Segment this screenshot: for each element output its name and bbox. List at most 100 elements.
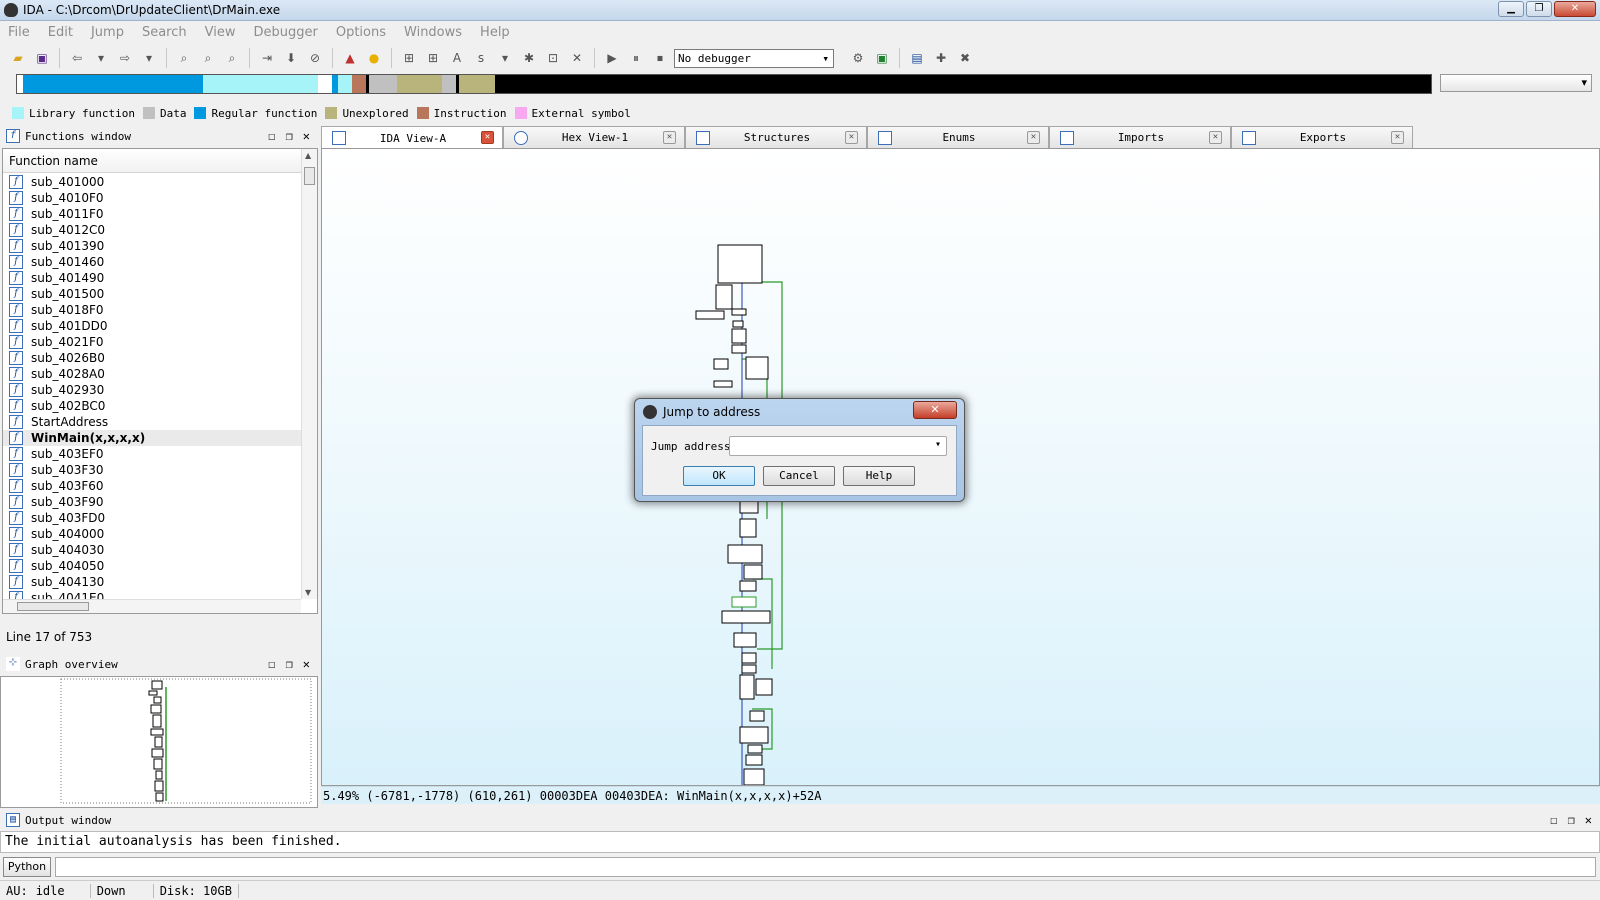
close-tab-icon[interactable]: ✕ [481, 131, 494, 144]
function-list-item[interactable]: f sub_402930 [3, 382, 301, 398]
python-input[interactable] [55, 857, 1596, 877]
graph-node[interactable] [727, 544, 763, 564]
graph-node[interactable] [739, 726, 769, 744]
menu-edit[interactable]: Edit [48, 25, 73, 40]
dialog-close-button[interactable]: ✕ [913, 401, 957, 419]
graph-node[interactable] [745, 356, 769, 380]
graph-node[interactable] [715, 284, 733, 310]
help-button[interactable]: Help [843, 466, 915, 486]
forward-arrow-icon[interactable]: ⇨ [115, 48, 135, 68]
cancel-button[interactable]: Cancel [763, 466, 835, 486]
function-list-item[interactable]: f sub_404130 [3, 574, 301, 590]
forward-dropdown-icon[interactable]: ▾ [139, 48, 159, 68]
maximize-panel-icon[interactable]: ☐ [1550, 813, 1557, 827]
stop-icon[interactable]: ⏹ [650, 48, 670, 68]
struct-dropdown-icon[interactable]: ▾ [495, 48, 515, 68]
graph-node[interactable] [731, 328, 747, 344]
close-tab-icon[interactable]: ✕ [1027, 131, 1040, 144]
function-list-item[interactable]: f sub_401460 [3, 254, 301, 270]
back-arrow-icon[interactable]: ⇦ [67, 48, 87, 68]
struct-icon[interactable]: s [471, 48, 491, 68]
graph-node[interactable] [732, 320, 744, 328]
graph-node[interactable] [739, 518, 757, 538]
function-list-item[interactable]: f StartAddress [3, 414, 301, 430]
horizontal-scrollbar[interactable] [3, 599, 301, 613]
hscroll-thumb[interactable] [17, 602, 89, 611]
scroll-down-icon[interactable]: ▼ [305, 588, 311, 597]
run-icon[interactable]: ▶ [602, 48, 622, 68]
maximize-panel-icon[interactable]: ☐ [268, 129, 275, 143]
menu-windows[interactable]: Windows [404, 25, 462, 40]
graph-node[interactable] [721, 610, 771, 624]
function-list-item[interactable]: f sub_401500 [3, 286, 301, 302]
graph-icon[interactable]: ▲ [340, 48, 360, 68]
tab-enums[interactable]: Enums ✕ [867, 126, 1049, 148]
graph-node[interactable] [695, 310, 725, 320]
function-list-item[interactable]: f sub_401390 [3, 238, 301, 254]
jump-icon[interactable]: ⇥ [257, 48, 277, 68]
segment-select[interactable] [1440, 74, 1592, 92]
search-binary-icon[interactable]: ⌕ [174, 48, 194, 68]
menu-options[interactable]: Options [336, 25, 386, 40]
graph-node[interactable] [739, 580, 757, 592]
process-icon[interactable]: ▣ [872, 48, 892, 68]
back-dropdown-icon[interactable]: ▾ [91, 48, 111, 68]
data-icon[interactable]: ⊞ [423, 48, 443, 68]
graph-node[interactable] [743, 768, 765, 785]
tab-exports[interactable]: Exports ✕ [1231, 126, 1413, 148]
graph-node[interactable] [733, 632, 757, 648]
function-list-item[interactable]: f WinMain(x,x,x,x) [3, 430, 301, 446]
close-tab-icon[interactable]: ✕ [663, 131, 676, 144]
proximity-icon[interactable]: ● [364, 48, 384, 68]
undefine-icon[interactable]: ⊘ [305, 48, 325, 68]
breakpoint-list-icon[interactable]: ▤ [907, 48, 927, 68]
close-panel-icon[interactable]: ✕ [303, 657, 310, 671]
function-list-item[interactable]: f sub_403FD0 [3, 510, 301, 526]
attach-icon[interactable]: ⚙ [848, 48, 868, 68]
graph-node[interactable] [755, 678, 773, 696]
tab-imports[interactable]: Imports ✕ [1049, 126, 1231, 148]
minimize-button[interactable]: ▁ [1498, 1, 1524, 17]
python-button[interactable]: Python [3, 857, 51, 877]
function-list-item[interactable]: f sub_4018F0 [3, 302, 301, 318]
function-list-item[interactable]: f sub_401000 [3, 174, 301, 190]
function-list-item[interactable]: f sub_4012C0 [3, 222, 301, 238]
menu-search[interactable]: Search [142, 25, 187, 40]
debugger-select[interactable]: No debugger [674, 48, 834, 68]
menu-help[interactable]: Help [480, 25, 510, 40]
graph-node[interactable] [731, 344, 747, 354]
function-list-item[interactable]: f sub_4026B0 [3, 350, 301, 366]
maximize-button[interactable]: ❐ [1526, 1, 1552, 17]
float-panel-icon[interactable]: ❐ [1568, 813, 1575, 827]
function-list-item[interactable]: f sub_4021F0 [3, 334, 301, 350]
function-list-item[interactable]: f sub_402BC0 [3, 398, 301, 414]
close-panel-icon[interactable]: ✕ [303, 129, 310, 143]
graph-overview[interactable] [0, 676, 318, 808]
function-list-item[interactable]: f sub_4010F0 [3, 190, 301, 206]
function-list-item[interactable]: f sub_404000 [3, 526, 301, 542]
function-list-item[interactable]: f sub_403F30 [3, 462, 301, 478]
save-icon[interactable]: ▣ [32, 48, 52, 68]
float-panel-icon[interactable]: ❐ [286, 657, 293, 671]
vertical-scrollbar[interactable]: ▲ ▼ [301, 149, 317, 599]
graph-node[interactable] [713, 358, 729, 370]
function-list-item[interactable]: f sub_403EF0 [3, 446, 301, 462]
offset-icon[interactable]: ⊡ [543, 48, 563, 68]
function-list-item[interactable]: f sub_404050 [3, 558, 301, 574]
ascii-icon[interactable]: A [447, 48, 467, 68]
function-list-item[interactable]: f sub_403F90 [3, 494, 301, 510]
tab-ida-view-a[interactable]: IDA View-A ✕ [321, 126, 503, 149]
function-list-item[interactable]: f sub_403F60 [3, 478, 301, 494]
graph-node[interactable] [741, 652, 757, 664]
tab-structures[interactable]: Structures ✕ [685, 126, 867, 148]
graph-node[interactable] [717, 244, 763, 284]
graph-node[interactable] [743, 564, 763, 580]
maximize-panel-icon[interactable]: ☐ [268, 657, 275, 671]
ok-button[interactable]: OK [683, 466, 755, 486]
search-immediate-icon[interactable]: ⌕ [222, 48, 242, 68]
function-name-column-header[interactable]: Function name [3, 149, 317, 173]
close-tab-icon[interactable]: ✕ [845, 131, 858, 144]
pause-icon[interactable]: ⏸ [626, 48, 646, 68]
search-text-icon[interactable]: ⌕ [198, 48, 218, 68]
graph-node[interactable] [731, 308, 747, 316]
